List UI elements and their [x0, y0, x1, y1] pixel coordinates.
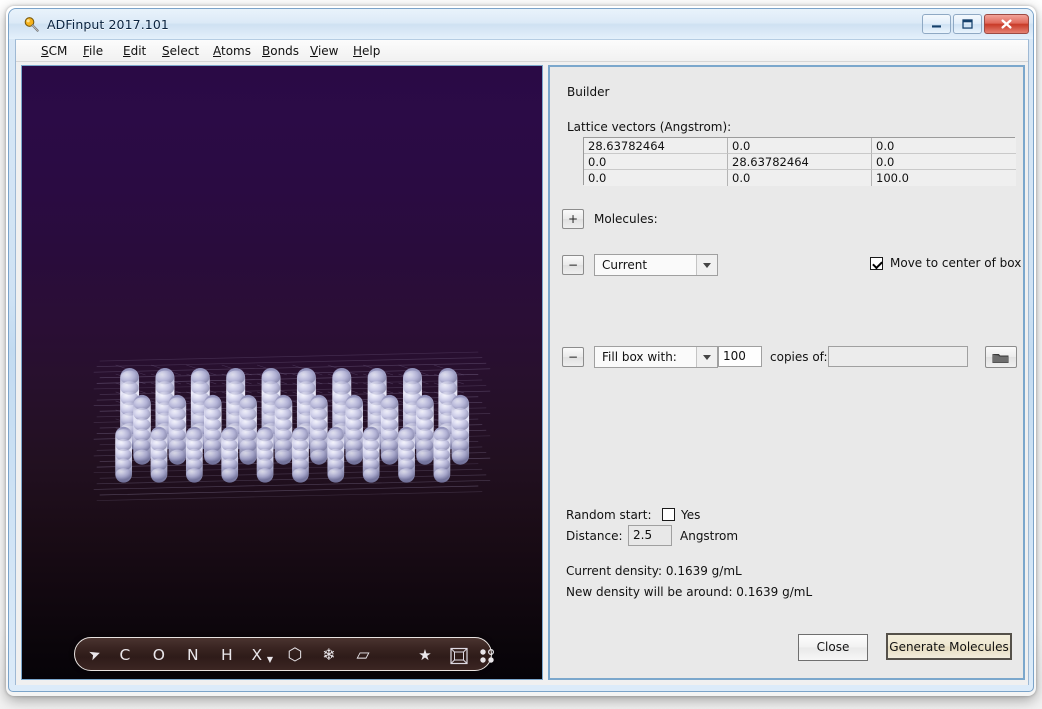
distance-unit-label: Angstrom — [680, 529, 739, 543]
maximize-button[interactable] — [953, 14, 982, 34]
distance-label: Distance: — [566, 529, 623, 543]
table-row[interactable]: 28.63782464 0.0 0.0 — [584, 138, 1016, 154]
browse-molecule-file-button[interactable] — [985, 346, 1017, 368]
desktop-background: ADFinput 2017.101 SCM File Edit Select A… — [0, 0, 1042, 709]
move-to-center-label: Move to center of box — [890, 256, 1022, 270]
random-start-yes-label: Yes — [681, 508, 701, 522]
builder-panel-frame: Builder Lattice vectors (Angstrom): 28.6… — [548, 65, 1025, 680]
remove-molecule-row-2-button[interactable]: − — [562, 347, 584, 367]
lattice-cell-b-z[interactable]: 0.0 — [872, 154, 1016, 170]
lattice-vectors-table[interactable]: 28.63782464 0.0 0.0 0.0 28.63782464 0.0 … — [583, 137, 1016, 186]
title-bar[interactable]: ADFinput 2017.101 — [9, 9, 1033, 39]
atoms-dots-tool[interactable] — [475, 638, 499, 672]
main-split: ➤ C O N H X ▼ ⬡ ❄ ▱ ★ Builder Lattice ve… — [16, 62, 1028, 685]
menu-bonds[interactable]: Bonds — [255, 42, 306, 60]
hydrogen-atom-tool[interactable]: H — [213, 638, 241, 672]
plane-tool[interactable]: ▱ — [349, 638, 377, 672]
copies-of-label: copies of: — [770, 350, 828, 364]
nitrogen-atom-tool[interactable]: N — [179, 638, 207, 672]
close-button[interactable] — [984, 14, 1029, 34]
element-chevron-down-icon[interactable]: ▼ — [263, 638, 277, 672]
client-area: SCM File Edit Select Atoms Bonds View He… — [15, 39, 1029, 685]
lattice-cell-a-z[interactable]: 0.0 — [872, 138, 1016, 154]
builder-panel: Builder Lattice vectors (Angstrom): 28.6… — [550, 67, 1023, 678]
menu-bar: SCM File Edit Select Atoms Bonds View He… — [16, 40, 1028, 62]
lattice-cell-b-y[interactable]: 28.63782464 — [728, 154, 872, 170]
random-start-checkbox[interactable] — [662, 508, 675, 521]
menu-file[interactable]: File — [76, 42, 110, 60]
lattice-cell-b-x[interactable]: 0.0 — [584, 154, 728, 170]
application-window: ADFinput 2017.101 SCM File Edit Select A… — [8, 8, 1034, 692]
molecule-viewer[interactable]: ➤ C O N H X ▼ ⬡ ❄ ▱ ★ — [22, 66, 542, 679]
menu-view[interactable]: View — [303, 42, 345, 60]
minimize-button[interactable] — [922, 14, 951, 34]
molecule-source-select-2[interactable]: Fill box with: — [594, 346, 718, 368]
table-row[interactable]: 0.0 0.0 100.0 — [584, 170, 1016, 186]
ring-tool[interactable]: ⬡ — [281, 638, 309, 672]
periodic-box-tool[interactable] — [445, 638, 473, 672]
random-start-label: Random start: — [566, 508, 652, 522]
carbon-atom-tool[interactable]: C — [111, 638, 139, 672]
molecule-file-input[interactable] — [828, 346, 968, 367]
copies-count-input[interactable]: 100 — [718, 346, 762, 367]
chevron-down-icon[interactable] — [696, 347, 717, 367]
menu-atoms[interactable]: Atoms — [206, 42, 258, 60]
molecules-label: Molecules: — [594, 212, 658, 226]
add-molecule-button[interactable]: + — [562, 209, 584, 229]
molecule-source-select-1[interactable]: Current — [594, 254, 718, 276]
molecule-source-value-1: Current — [602, 258, 648, 272]
magnifier-icon — [23, 16, 40, 33]
lattice-cell-a-y[interactable]: 0.0 — [728, 138, 872, 154]
menu-select[interactable]: Select — [155, 42, 206, 60]
molecule-viewer-frame: ➤ C O N H X ▼ ⬡ ❄ ▱ ★ — [21, 65, 543, 680]
snowflake-symmetry-tool[interactable]: ❄ — [315, 638, 343, 672]
table-row[interactable]: 0.0 28.63782464 0.0 — [584, 154, 1016, 170]
move-to-center-checkbox[interactable] — [870, 257, 883, 270]
lattice-vectors-label: Lattice vectors (Angstrom): — [567, 120, 732, 134]
new-density-text: New density will be around: 0.1639 g/mL — [566, 585, 813, 599]
close-panel-button[interactable]: Close — [798, 634, 868, 661]
menu-help[interactable]: Help — [346, 42, 387, 60]
menu-scm[interactable]: SCM — [34, 42, 74, 60]
chevron-down-icon[interactable] — [696, 255, 717, 275]
window-title: ADFinput 2017.101 — [47, 17, 169, 32]
current-density-text: Current density: 0.1639 g/mL — [566, 564, 742, 578]
menu-edit[interactable]: Edit — [116, 42, 153, 60]
distance-input[interactable]: 2.5 — [628, 525, 672, 546]
lattice-cell-a-x[interactable]: 28.63782464 — [584, 138, 728, 154]
remove-molecule-row-1-button[interactable]: − — [562, 255, 584, 275]
panel-heading: Builder — [567, 85, 610, 99]
star-tool[interactable]: ★ — [411, 638, 439, 672]
generate-molecules-button[interactable]: Generate Molecules — [886, 633, 1012, 660]
lattice-cell-c-x[interactable]: 0.0 — [584, 170, 728, 186]
lattice-cell-c-y[interactable]: 0.0 — [728, 170, 872, 186]
lattice-cell-c-z[interactable]: 100.0 — [872, 170, 1016, 186]
molecule-source-value-2: Fill box with: — [602, 350, 677, 364]
molecular-structure-render — [93, 351, 491, 501]
viewer-toolbar[interactable]: ➤ C O N H X ▼ ⬡ ❄ ▱ ★ — [74, 637, 495, 672]
oxygen-atom-tool[interactable]: O — [145, 638, 173, 672]
